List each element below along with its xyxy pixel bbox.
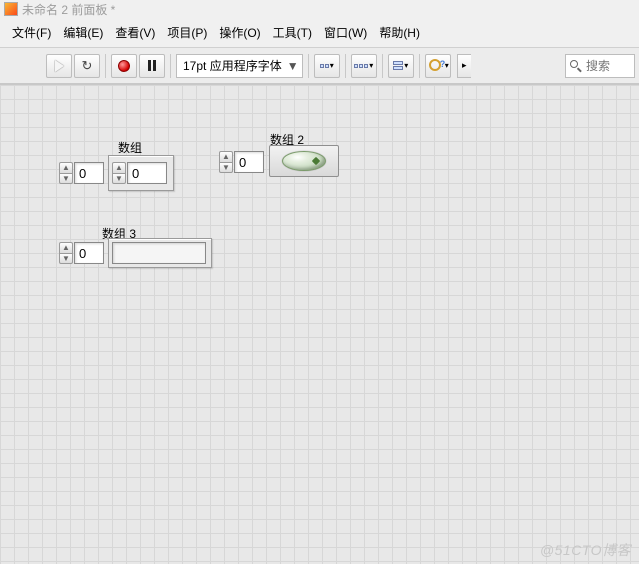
array1-elem-field[interactable]: 0 (127, 162, 167, 184)
dropdown-icon: ▸ (462, 60, 467, 71)
array2-index-value: 0 (239, 155, 246, 170)
menu-edit[interactable]: 编辑(E) (59, 22, 107, 43)
separator (105, 54, 106, 78)
spin-down-icon: ▼ (59, 173, 73, 185)
array1-container[interactable]: ▲▼ 0 (108, 155, 174, 191)
menu-bar: 文件(F) 编辑(E) 查看(V) 项目(P) 操作(O) 工具(T) 窗口(W… (0, 18, 639, 48)
abort-icon (118, 60, 130, 72)
dropdown-icon: ▾ (369, 61, 373, 70)
array3-container[interactable] (108, 238, 212, 268)
watermark: @51CTO博客 (540, 540, 631, 560)
array1-index-value: 0 (79, 166, 86, 181)
menu-view[interactable]: 查看(V) (111, 22, 159, 43)
window-title: 未命名 2 前面板 * (22, 1, 115, 18)
search-icon (570, 60, 582, 72)
menu-tools[interactable]: 工具(T) (269, 22, 316, 43)
array3-elem-field[interactable] (112, 242, 206, 264)
title-bar: 未命名 2 前面板 * (0, 0, 639, 18)
menu-window[interactable]: 窗口(W) (320, 22, 371, 43)
array1-elem-spinner[interactable]: ▲▼ (112, 162, 126, 184)
toolbar: ↻ 17pt 应用程序字体 ▼ ▾ ▾ ▾ ▾ ▸ (0, 48, 639, 84)
menu-project[interactable]: 项目(P) (163, 22, 211, 43)
run-arrow-icon (55, 60, 64, 72)
spin-down-icon: ▼ (59, 253, 73, 265)
pause-icon (148, 60, 156, 71)
separator (170, 54, 171, 78)
run-button[interactable] (46, 54, 72, 78)
resize-button[interactable]: ▾ (388, 54, 414, 78)
dropdown-icon: ▾ (404, 61, 408, 70)
dropdown-icon: ▾ (330, 61, 334, 70)
spin-up-icon: ▲ (112, 162, 126, 173)
run-continuous-button[interactable]: ↻ (74, 54, 100, 78)
spin-up-icon: ▲ (219, 151, 233, 162)
abort-button[interactable] (111, 54, 137, 78)
separator (345, 54, 346, 78)
distribute-button[interactable]: ▾ (351, 54, 377, 78)
pause-button[interactable] (139, 54, 165, 78)
array1-label: 数组 (118, 139, 142, 156)
run-continuous-icon: ↻ (82, 59, 93, 72)
boolean-led[interactable] (282, 151, 326, 171)
reorder-button[interactable]: ▾ (425, 54, 451, 78)
search-box[interactable] (565, 54, 635, 78)
separator (419, 54, 420, 78)
spin-down-icon: ▼ (112, 173, 126, 185)
array3-index-spinner[interactable]: ▲▼ (59, 242, 73, 264)
separator (382, 54, 383, 78)
menu-operate[interactable]: 操作(O) (215, 22, 264, 43)
spin-down-icon: ▼ (219, 162, 233, 174)
array2-index-spinner[interactable]: ▲▼ (219, 151, 233, 173)
align-button[interactable]: ▾ (314, 54, 340, 78)
array1-index-spinner[interactable]: ▲▼ (59, 162, 73, 184)
array1-elem-value: 0 (132, 166, 139, 181)
dropdown-icon: ▼ (286, 59, 300, 73)
spin-up-icon: ▲ (59, 242, 73, 253)
menu-help[interactable]: 帮助(H) (375, 22, 424, 43)
font-selector[interactable]: 17pt 应用程序字体 ▼ (176, 54, 303, 78)
search-dropdown[interactable]: ▸ (457, 54, 471, 78)
search-input[interactable] (586, 59, 626, 73)
array2-container[interactable] (269, 145, 339, 177)
distribute-icon (354, 64, 368, 68)
spin-up-icon: ▲ (59, 162, 73, 173)
dropdown-icon: ▾ (445, 61, 449, 70)
array3-index-field[interactable]: 0 (74, 242, 104, 264)
array1-index-field[interactable]: 0 (74, 162, 104, 184)
resize-icon (393, 61, 403, 70)
app-icon (4, 2, 18, 16)
font-label: 17pt 应用程序字体 (183, 57, 282, 74)
front-panel-canvas[interactable]: 数组 ▲▼ 0 ▲▼ 0 数组 2 ▲▼ 0 数组 3 ▲▼ 0 @51CTO博… (0, 84, 639, 564)
gear-icon (427, 58, 445, 74)
array2-index-field[interactable]: 0 (234, 151, 264, 173)
align-icon (320, 64, 329, 68)
menu-file[interactable]: 文件(F) (8, 22, 55, 43)
separator (308, 54, 309, 78)
array3-index-value: 0 (79, 246, 86, 261)
